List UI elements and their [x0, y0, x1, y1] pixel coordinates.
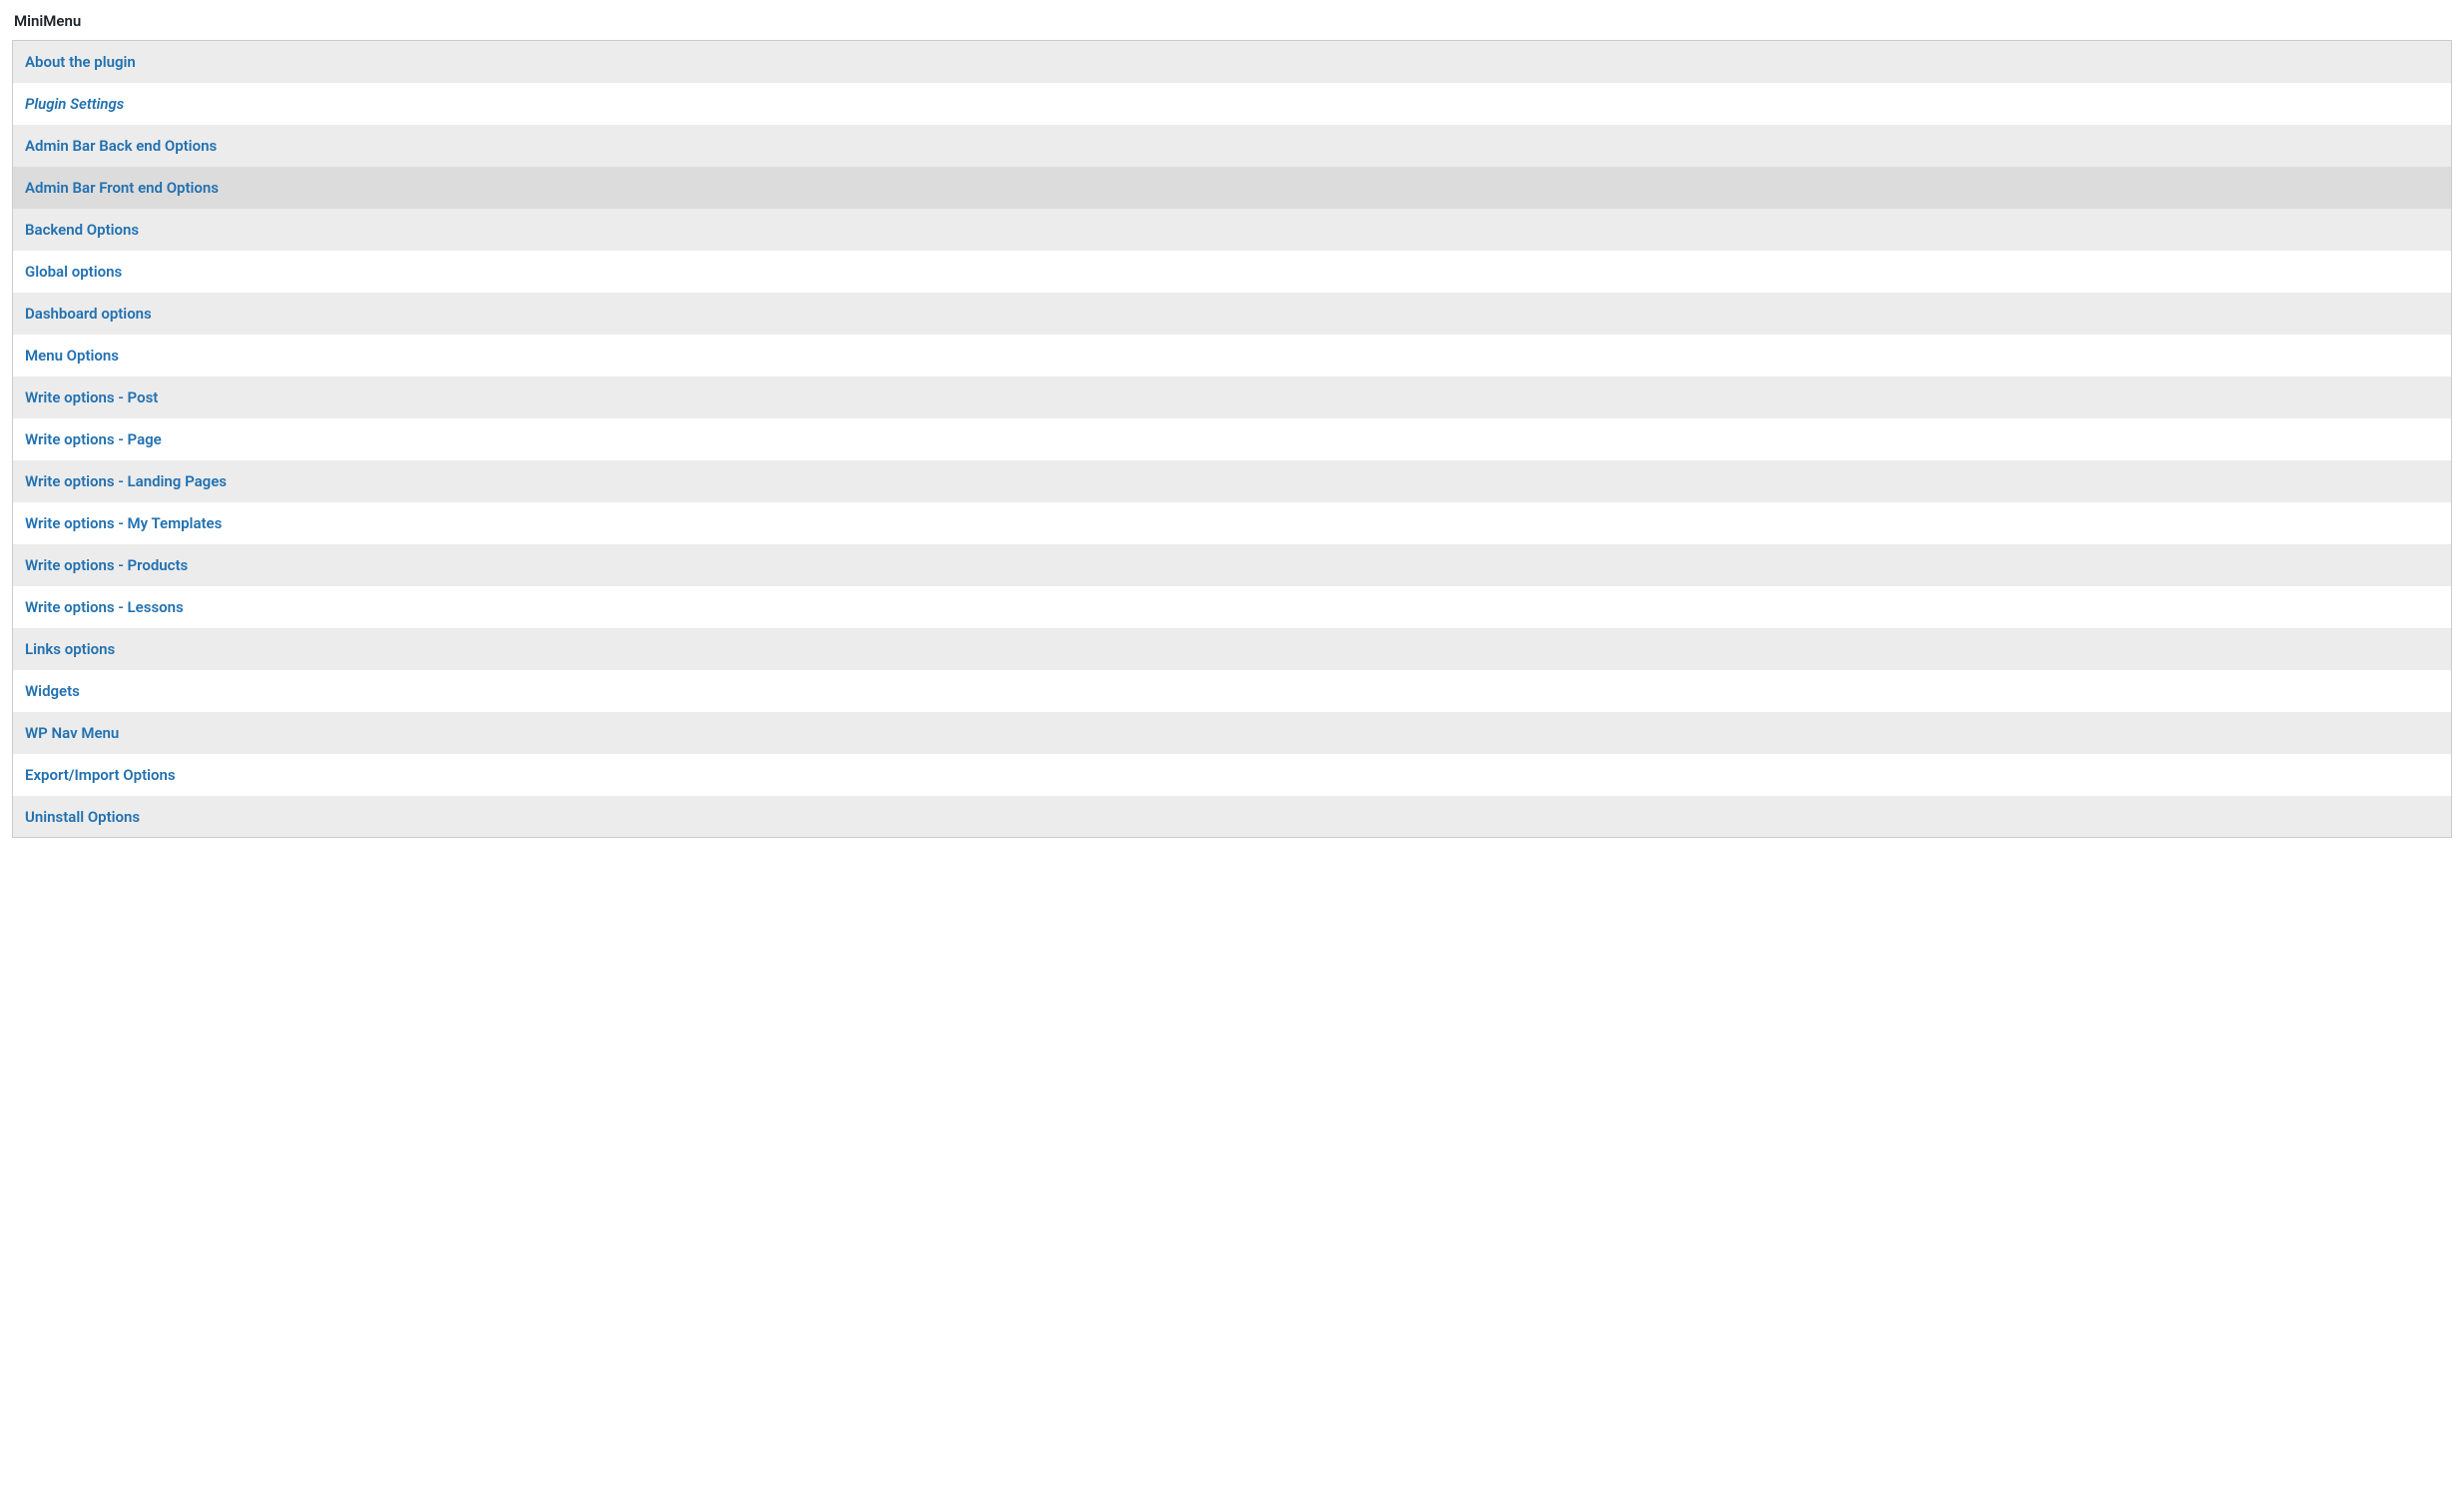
- minimenu-tbody: About the plugin Plugin Settings Admin Bar…: [13, 41, 2452, 838]
- minimenu-link[interactable]: Admin Bar Back end Options: [25, 137, 217, 155]
- minimenu-row: Global options: [13, 251, 2452, 293]
- minimenu-cell: Write options - Landing Pages: [13, 460, 2452, 502]
- minimenu-row: Backend Options: [13, 209, 2452, 251]
- minimenu-link[interactable]: Write options - Products: [25, 556, 188, 574]
- minimenu-cell: Write options - Post: [13, 376, 2452, 418]
- minimenu-row: Widgets: [13, 670, 2452, 712]
- minimenu-row: Admin Bar Back end Options: [13, 125, 2452, 167]
- minimenu-cell: Links options: [13, 628, 2452, 670]
- minimenu-row: Write options - Lessons: [13, 586, 2452, 628]
- minimenu-row: Admin Bar Front end Options: [13, 167, 2452, 209]
- minimenu-cell: About the plugin: [13, 41, 2452, 83]
- minimenu-cell: Export/Import Options: [13, 754, 2452, 796]
- minimenu-table: About the plugin Plugin Settings Admin Bar…: [12, 40, 2452, 838]
- minimenu-row: Menu Options: [13, 335, 2452, 376]
- minimenu-link[interactable]: Global options: [25, 263, 122, 281]
- minimenu-link[interactable]: Write options - Page: [25, 430, 162, 448]
- minimenu-row: Write options - Page: [13, 418, 2452, 460]
- minimenu-cell: Write options - Page: [13, 418, 2452, 460]
- minimenu-row: Write options - Landing Pages: [13, 460, 2452, 502]
- minimenu-cell: Plugin Settings: [13, 83, 2452, 125]
- minimenu-link[interactable]: Links options: [25, 640, 115, 658]
- minimenu-title: MiniMenu: [12, 12, 2452, 30]
- minimenu-link[interactable]: Export/Import Options: [25, 766, 176, 784]
- minimenu-row: About the plugin: [13, 41, 2452, 83]
- minimenu-link[interactable]: About the plugin: [25, 53, 136, 71]
- minimenu-row: Dashboard options: [13, 293, 2452, 335]
- minimenu-row: Write options - Post: [13, 376, 2452, 418]
- minimenu-row: WP Nav Menu: [13, 712, 2452, 754]
- minimenu-row: Write options - My Templates: [13, 502, 2452, 544]
- minimenu-link[interactable]: Plugin Settings: [25, 95, 124, 113]
- minimenu-link[interactable]: Write options - Landing Pages: [25, 472, 227, 490]
- minimenu-row: Links options: [13, 628, 2452, 670]
- minimenu-link[interactable]: Admin Bar Front end Options: [25, 179, 219, 197]
- minimenu-link[interactable]: Write options - My Templates: [25, 514, 222, 532]
- minimenu-row: Write options - Products: [13, 544, 2452, 586]
- minimenu-link[interactable]: WP Nav Menu: [25, 724, 119, 742]
- minimenu-cell: Dashboard options: [13, 293, 2452, 335]
- minimenu-cell: Backend Options: [13, 209, 2452, 251]
- minimenu-link[interactable]: Write options - Post: [25, 388, 158, 406]
- minimenu-row: Export/Import Options: [13, 754, 2452, 796]
- minimenu-row: Uninstall Options: [13, 796, 2452, 838]
- minimenu-link[interactable]: Uninstall Options: [25, 808, 140, 826]
- minimenu-cell: Widgets: [13, 670, 2452, 712]
- minimenu-cell: Write options - Lessons: [13, 586, 2452, 628]
- minimenu-cell: Uninstall Options: [13, 796, 2452, 838]
- minimenu-link[interactable]: Backend Options: [25, 221, 139, 239]
- minimenu-cell: Write options - Products: [13, 544, 2452, 586]
- minimenu-link[interactable]: Menu Options: [25, 347, 119, 365]
- minimenu-cell: Admin Bar Back end Options: [13, 125, 2452, 167]
- minimenu-link[interactable]: Write options - Lessons: [25, 598, 184, 616]
- minimenu-cell: Admin Bar Front end Options: [13, 167, 2452, 209]
- minimenu-cell: Menu Options: [13, 335, 2452, 376]
- minimenu-cell: WP Nav Menu: [13, 712, 2452, 754]
- minimenu-cell: Global options: [13, 251, 2452, 293]
- minimenu-link[interactable]: Widgets: [25, 682, 80, 700]
- minimenu-row: Plugin Settings: [13, 83, 2452, 125]
- minimenu-cell: Write options - My Templates: [13, 502, 2452, 544]
- minimenu-link[interactable]: Dashboard options: [25, 305, 152, 323]
